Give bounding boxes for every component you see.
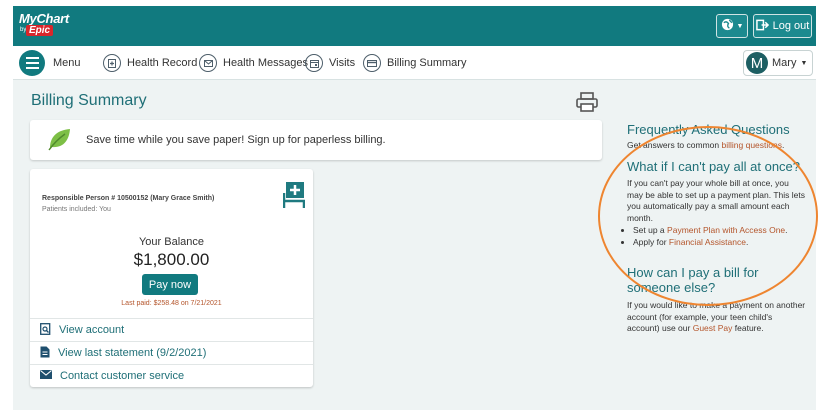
billing-questions-link[interactable]: billing questions [722,140,782,150]
nav-item-health-record[interactable]: Health Record [103,54,197,72]
patients-included: Patients included: You [42,206,111,213]
paperless-promo-banner[interactable]: Save time while you save paper! Sign up … [30,120,602,160]
faq-sidebar: Frequently Asked Questions Get answers t… [617,80,816,410]
list-item: Set up a Payment Plan with Access One. [633,225,813,237]
nav-item-label: Visits [329,57,356,69]
globe-icon [721,18,734,34]
logo-mychart-text: MyChart [19,11,69,26]
balance-amount: $1,800.00 [133,250,210,269]
logout-label: Log out [772,20,810,32]
responsible-person-name: (Mary Grace Smith) [150,195,215,202]
balance-label: Your Balance [138,236,205,248]
view-account-link[interactable]: View account [30,318,313,341]
calendar-icon [305,54,323,72]
payment-plan-heading: What if I can't pay all at once? [627,159,801,174]
leaf-icon [46,126,72,155]
envelope-icon [199,54,217,72]
link-label: View last statement (9/2/2021) [58,347,207,359]
hospital-bed-icon [282,182,306,213]
mychart-logo[interactable]: MyChart by Epic [19,11,69,36]
pay-now-button[interactable]: Pay now [142,274,198,295]
faq-text-end: . [781,140,785,150]
list-item-lead: Apply for [633,236,667,247]
avatar: M [746,52,768,74]
envelope-icon [40,370,52,382]
document-icon [40,346,50,361]
main-content: Billing Summary Save time while you save… [18,84,614,410]
top-bar: MyChart by Epic ▼ Log out [13,6,816,46]
nav-bar: Menu Health Record Health Messages Visit… [13,46,816,80]
logout-icon [755,19,769,34]
faq-text: Get answers to common billing questions. [627,140,807,152]
responsible-person: Responsible Person # 10500152 (Mary Grac… [42,195,214,202]
guest-pay-link[interactable]: Guest Pay [693,323,733,333]
guest-pay-text: If you would like to make a payment on a… [627,300,807,335]
nav-item-health-messages[interactable]: Health Messages [199,54,308,72]
nav-item-label: Health Record [127,57,198,69]
payment-plan-list: Set up a Payment Plan with Access One. A… [633,225,813,248]
menu-label: Menu [53,57,81,69]
search-document-icon [40,322,51,338]
nav-item-visits[interactable]: Visits [305,54,355,72]
view-last-statement-link[interactable]: View last statement (9/2/2021) [30,341,313,364]
user-menu-button[interactable]: M Mary ▼ [743,50,813,76]
logout-button[interactable]: Log out [753,14,812,38]
list-item-end: . [745,236,749,247]
printer-icon[interactable] [576,92,598,117]
faq-heading: Frequently Asked Questions [627,122,790,137]
language-button[interactable]: ▼ [716,14,748,38]
payment-plan-text: If you can't pay your whole bill at once… [627,178,805,223]
guest-pay-text-end: feature. [734,323,764,333]
last-paid-text: Last paid: $258.48 on 7/21/2021 [121,300,222,307]
list-item-end: . [785,225,788,235]
billing-account-card: Responsible Person # 10500152 (Mary Grac… [30,169,313,387]
mychart-window: MyChart by Epic ▼ Log out Menu Health Re… [13,6,816,410]
chevron-down-icon: ▼ [736,22,744,30]
credit-card-icon [363,54,381,72]
menu-button[interactable]: Menu [19,50,81,76]
responsible-person-id: Responsible Person # 10500152 [42,195,149,202]
hamburger-icon [19,50,45,76]
health-record-icon [103,54,121,72]
paperless-promo-text: Save time while you save paper! Sign up … [86,134,386,146]
list-item: Apply for Financial Assistance. [633,237,813,249]
nav-item-billing-summary[interactable]: Billing Summary [363,54,466,72]
page-title: Billing Summary [31,92,147,109]
logo-epic-text: Epic [26,25,54,36]
list-item-lead: Set up a [633,225,665,235]
guest-pay-heading: How can I pay a bill for someone else? [627,265,759,295]
link-label: View account [59,324,125,336]
financial-assistance-link[interactable]: Financial Assistance [669,237,746,247]
contact-customer-service-link[interactable]: Contact customer service [30,364,313,387]
nav-item-label: Billing Summary [387,57,467,69]
nav-item-label: Health Messages [223,57,308,69]
caret-down-icon: ▼ [800,59,808,67]
faq-text-lead: Get answers to common [627,140,720,150]
payment-plan-link[interactable]: Payment Plan with Access One [667,225,785,235]
user-name: Mary [772,57,797,69]
link-label: Contact customer service [60,370,185,382]
